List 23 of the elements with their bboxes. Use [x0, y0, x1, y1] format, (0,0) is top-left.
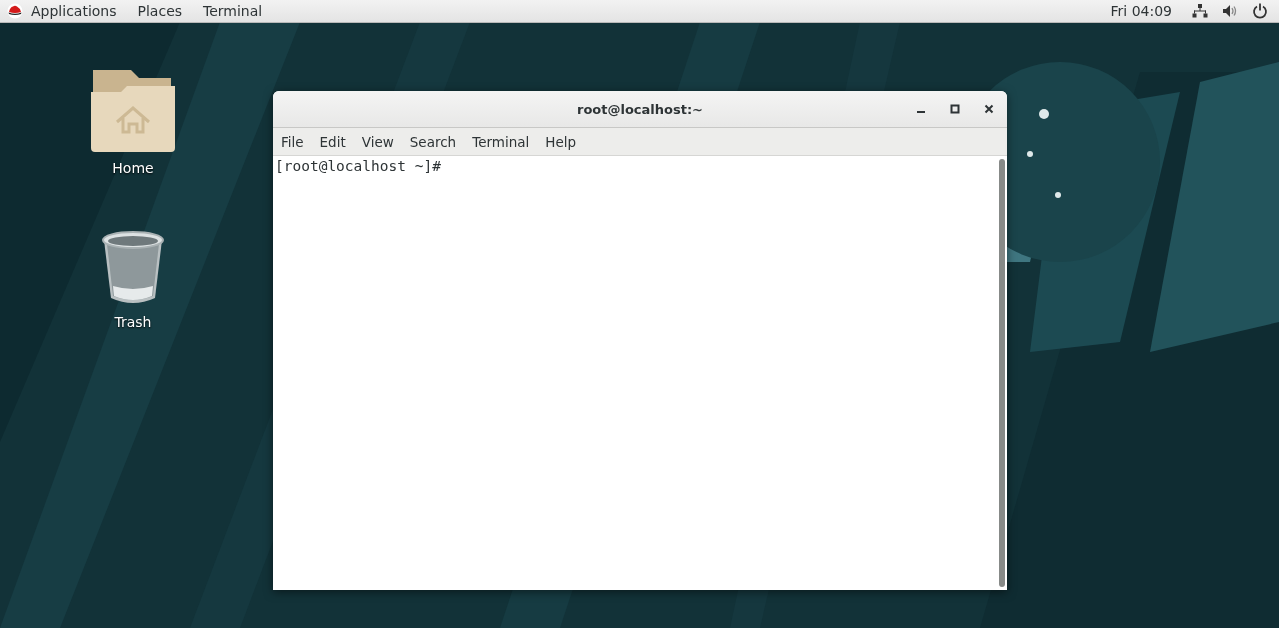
- menu-item[interactable]: Terminal: [472, 133, 530, 150]
- clock[interactable]: Fri 04:09: [1110, 3, 1172, 19]
- menu-item[interactable]: Help: [545, 133, 577, 150]
- network-icon[interactable]: [1192, 3, 1208, 19]
- close-icon[interactable]: [984, 104, 994, 114]
- power-icon[interactable]: [1252, 3, 1268, 19]
- icon-label: Home: [112, 160, 154, 176]
- speaker-icon[interactable]: [1222, 3, 1238, 19]
- menu-item[interactable]: Edit: [319, 133, 346, 150]
- home-folder-icon[interactable]: [91, 68, 175, 152]
- hat-logo-icon[interactable]: [7, 3, 23, 19]
- maximize-icon[interactable]: [950, 104, 960, 114]
- top-menu-item[interactable]: Places: [137, 3, 183, 19]
- menu-item[interactable]: View: [361, 133, 394, 150]
- menu-item[interactable]: Search: [409, 133, 457, 150]
- top-menu-item[interactable]: Terminal: [203, 3, 263, 19]
- trash-can-icon[interactable]: [101, 230, 165, 306]
- window-title: root@localhost:~: [576, 101, 703, 117]
- terminal-prompt: [root@localhost ~]#: [275, 158, 442, 174]
- scrollbar[interactable]: [996, 156, 1007, 590]
- menu-item[interactable]: File: [281, 133, 304, 150]
- top-menu-item[interactable]: Applications: [31, 3, 117, 19]
- icon-label: Trash: [114, 314, 152, 330]
